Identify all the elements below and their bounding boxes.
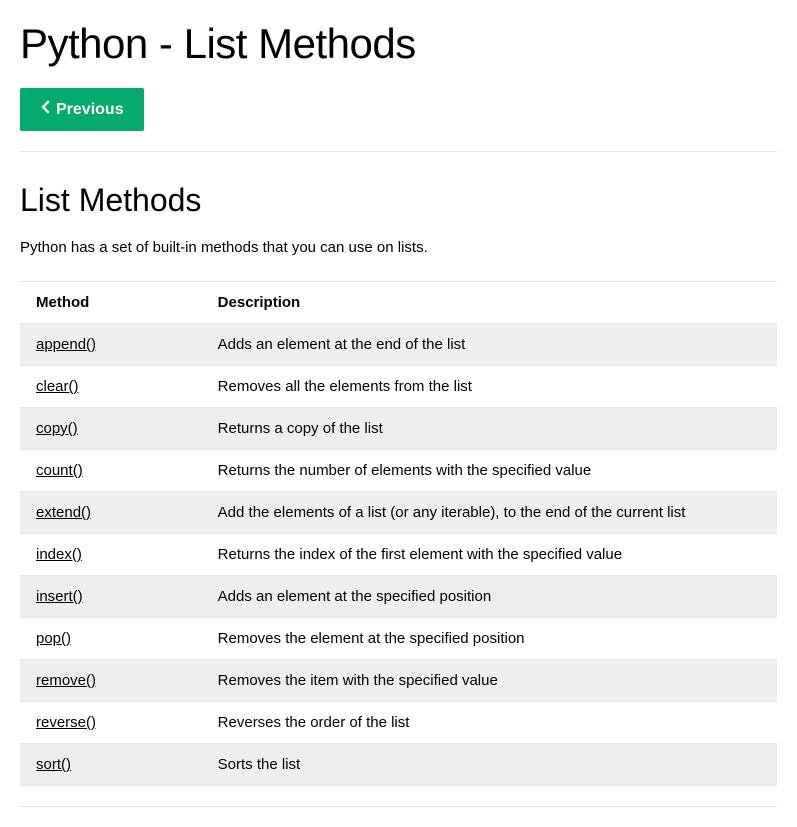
method-cell: insert(): [20, 576, 202, 618]
method-link[interactable]: count(): [36, 462, 83, 479]
description-cell: Returns the number of elements with the …: [202, 450, 777, 492]
table-row: reverse() Reverses the order of the list: [20, 702, 777, 744]
previous-button[interactable]: Previous: [20, 88, 144, 131]
chevron-left-icon: [40, 100, 50, 119]
description-cell: Removes all the elements from the list: [202, 366, 777, 408]
method-link[interactable]: pop(): [36, 630, 71, 647]
table-row: count() Returns the number of elements wi…: [20, 450, 777, 492]
section-heading: List Methods: [20, 182, 777, 219]
table-row: clear() Removes all the elements from the…: [20, 366, 777, 408]
method-cell: remove(): [20, 660, 202, 702]
description-cell: Returns a copy of the list: [202, 408, 777, 450]
method-link[interactable]: index(): [36, 546, 82, 563]
table-row: pop() Removes the element at the specifie…: [20, 618, 777, 660]
table-row: index() Returns the index of the first el…: [20, 534, 777, 576]
method-link[interactable]: remove(): [36, 672, 96, 689]
description-cell: Sorts the list: [202, 744, 777, 786]
description-cell: Returns the index of the first element w…: [202, 534, 777, 576]
methods-table: Method Description append() Adds an eleme…: [20, 281, 777, 786]
table-header-description: Description: [202, 282, 777, 324]
description-cell: Removes the element at the specified pos…: [202, 618, 777, 660]
method-link[interactable]: insert(): [36, 588, 83, 605]
method-cell: copy(): [20, 408, 202, 450]
page-title: Python - List Methods: [20, 20, 777, 68]
description-cell: Adds an element at the end of the list: [202, 324, 777, 366]
method-link[interactable]: extend(): [36, 504, 91, 521]
section-intro: Python has a set of built-in methods tha…: [20, 239, 777, 256]
method-cell: index(): [20, 534, 202, 576]
table-row: extend() Add the elements of a list (or a…: [20, 492, 777, 534]
table-row: insert() Adds an element at the specified…: [20, 576, 777, 618]
method-cell: count(): [20, 450, 202, 492]
table-row: append() Adds an element at the end of th…: [20, 324, 777, 366]
method-link[interactable]: sort(): [36, 756, 71, 773]
divider: [20, 151, 777, 152]
table-row: copy() Returns a copy of the list: [20, 408, 777, 450]
method-cell: sort(): [20, 744, 202, 786]
description-cell: Adds an element at the specified positio…: [202, 576, 777, 618]
table-header-method: Method: [20, 282, 202, 324]
description-cell: Reverses the order of the list: [202, 702, 777, 744]
method-cell: reverse(): [20, 702, 202, 744]
method-link[interactable]: reverse(): [36, 714, 96, 731]
description-cell: Add the elements of a list (or any itera…: [202, 492, 777, 534]
previous-button-label: Previous: [56, 101, 124, 119]
method-link[interactable]: copy(): [36, 420, 78, 437]
table-row: remove() Removes the item with the specif…: [20, 660, 777, 702]
method-cell: extend(): [20, 492, 202, 534]
method-link[interactable]: clear(): [36, 378, 79, 395]
divider: [20, 806, 777, 807]
method-cell: pop(): [20, 618, 202, 660]
table-row: sort() Sorts the list: [20, 744, 777, 786]
method-cell: append(): [20, 324, 202, 366]
method-link[interactable]: append(): [36, 336, 96, 353]
method-cell: clear(): [20, 366, 202, 408]
description-cell: Removes the item with the specified valu…: [202, 660, 777, 702]
